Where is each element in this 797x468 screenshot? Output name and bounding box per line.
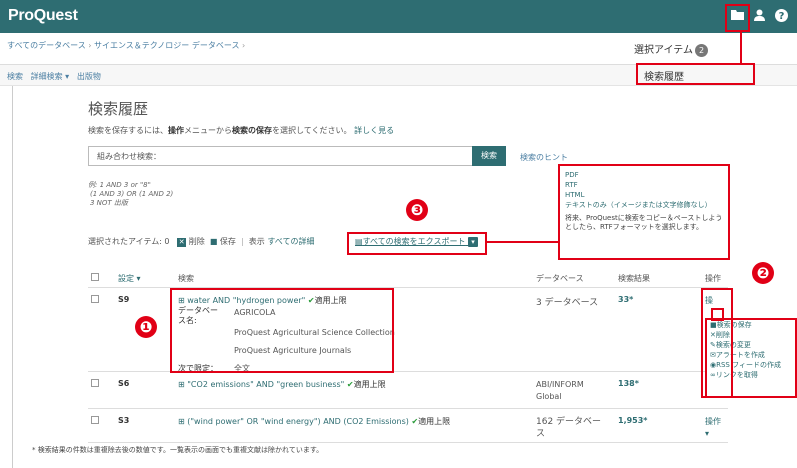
set-id: S9 [118,295,130,304]
page-border [12,86,13,468]
save-button[interactable]: 保存 [220,237,236,246]
nav-search[interactable]: 検索 [7,72,23,81]
search-query[interactable]: ⊞ "CO2 emissions" AND "green business" ✔… [178,379,386,390]
callout-action-caret-box [711,308,724,321]
footnote: * 検索結果の件数は重複除去後の数値です。一覧表示の画面でも重複文献は除かれてい… [32,446,324,454]
result-count[interactable]: 33* [618,295,633,304]
show-label: 表示 [248,237,265,246]
learn-more-link[interactable]: 詳しく見る [354,126,394,135]
history-toolbar: 選択されたアイテム: 0 ✕ 削除 ■ 保存 | 表示 すべての詳細 [88,237,315,247]
svg-text:?: ? [779,11,785,22]
selected-items-link[interactable]: 選択アイテム 2 [634,41,708,57]
callout-history-box [636,63,755,85]
format-note: 将来、ProQuestに検索をコピー＆ペーストしようとしたら、RTFフォーマット… [565,214,723,231]
save-icon: ■ [209,237,218,246]
format-rtf[interactable]: RTF [565,180,723,190]
help-icon[interactable]: ? [775,9,788,26]
combine-search-input[interactable]: 組み合わせ検索： [88,146,472,166]
header-search: 検索 [178,274,194,283]
callout-export-box [347,232,487,255]
table-header: 設定 ▾ 検索 データベース 検索結果 操作 [88,266,728,288]
nav-links: 検索 詳細検索 ▾ 出版物 [7,71,101,82]
search-tips-link[interactable]: 検索のヒント [520,152,568,163]
proquest-logo[interactable]: ProQuest [8,7,78,25]
selected-items-count: 選択されたアイテム: 0 [88,237,170,246]
breadcrumb-all-databases[interactable]: すべてのデータベース [7,41,86,50]
callout-folder-box [725,4,750,32]
header-set[interactable]: 設定 ▾ [118,273,141,284]
select-all-checkbox[interactable] [91,273,99,281]
page-instruction: 検索を保存するには、操作メニューから検索の保存を選択してください。 詳しく見る [88,126,395,135]
user-icon[interactable] [754,9,765,25]
header-action: 操作 [705,274,721,283]
breadcrumb-sci-tech[interactable]: サイエンス＆テクノロジー データベース [94,41,239,50]
callout-2-badge: ❷ [752,262,774,284]
database-count: 162 データベース [536,417,602,439]
action-menu-button[interactable]: 操作 ▾ [705,416,725,440]
check-icon: ✔ [346,380,354,389]
format-text-only[interactable]: テキストのみ（イメージまたは文字修飾なし） [565,200,723,210]
table-row: S3 ⊞ ("wind power" OR "wind energy") AND… [88,409,728,443]
callout-query-box [170,288,394,373]
header-database: データベース [536,274,584,283]
result-count[interactable]: 1,953* [618,416,648,425]
row-checkbox[interactable] [91,379,99,387]
export-format-menu: PDF RTF HTML テキストのみ（イメージまたは文字修飾なし） 将来、Pr… [558,164,730,260]
top-bar [0,0,797,33]
show-all-details-link[interactable]: すべての詳細 [267,237,314,246]
callout-1-badge: ❶ [135,316,157,338]
nav-publications[interactable]: 出版物 [77,72,101,81]
row-checkbox[interactable] [91,416,99,424]
database-name: ABI/INFORM Global [536,380,584,401]
delete-button[interactable]: 削除 [189,237,205,246]
breadcrumb: すべてのデータベース › サイエンス＆テクノロジー データベース › [7,41,246,50]
database-count: 3 データベース [536,298,599,308]
table-row: S6 ⊞ "CO2 emissions" AND "green business… [88,372,728,409]
callout-action-box [701,288,733,398]
result-count[interactable]: 138* [618,379,639,388]
callout-3-badge: ❸ [406,199,428,221]
search-query[interactable]: ⊞ ("wind power" OR "wind energy") AND (C… [178,416,450,427]
selected-count-badge: 2 [695,44,708,57]
callout-connector [740,32,742,64]
callout-export-connector [487,241,558,243]
header-results: 検索結果 [618,274,650,283]
delete-icon: ✕ [177,238,187,247]
selected-items-label: 選択アイテム [634,45,693,56]
format-html[interactable]: HTML [565,190,723,200]
nav-advanced-search[interactable]: 詳細検索 ▾ [31,72,70,81]
set-id: S6 [118,379,130,388]
combine-search-button[interactable]: 検索 [472,146,506,166]
combine-examples: 例: 1 AND 3 or "8" (1 AND 3) OR (1 AND 2)… [88,181,174,207]
row-checkbox[interactable] [91,295,99,303]
format-pdf[interactable]: PDF [565,170,723,180]
page-title: 検索履歴 [88,100,149,118]
set-id: S3 [118,416,130,425]
